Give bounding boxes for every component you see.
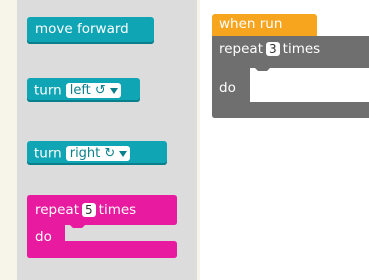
turn-right-label: turn (34, 145, 62, 162)
turn-left-label: turn (34, 82, 62, 99)
chevron-down-icon (109, 87, 118, 94)
repeat-block-toolbox[interactable]: repeat 5 times do (27, 195, 177, 258)
repeat-count-field[interactable]: 3 (266, 42, 280, 56)
direction-value-right: right ↻ (69, 146, 116, 161)
repeat-prefix: repeat (219, 41, 264, 57)
when-run-block[interactable]: when run (212, 14, 317, 36)
when-run-label: when run (219, 16, 283, 32)
turn-right-block[interactable]: turn right ↻ (27, 141, 167, 165)
repeat-suffix: times (98, 202, 137, 218)
repeat-header-toolbox: repeat 5 times (35, 203, 136, 218)
workspace-panel: when run repeat 3 times do (200, 0, 369, 280)
repeat-suffix: times (282, 41, 321, 57)
toolbox-panel: move forward turn left ↺ turn right ↻ repe… (17, 0, 197, 280)
turn-left-block[interactable]: turn left ↺ (27, 78, 140, 102)
repeat-prefix: repeat (35, 202, 80, 218)
direction-value-left: left ↺ (69, 83, 106, 98)
repeat-block-workspace[interactable]: repeat 3 times do (212, 36, 369, 118)
move-forward-block[interactable]: move forward (27, 17, 154, 44)
repeat-do-label: do (219, 80, 236, 96)
direction-dropdown-left[interactable]: left ↺ (65, 83, 121, 98)
move-forward-label: move forward (35, 21, 129, 37)
repeat-header-workspace: repeat 3 times (219, 42, 320, 57)
chevron-down-icon (119, 150, 128, 157)
repeat-do-label: do (35, 229, 52, 245)
direction-dropdown-right[interactable]: right ↻ (65, 146, 131, 161)
repeat-count-field[interactable]: 5 (82, 203, 96, 217)
